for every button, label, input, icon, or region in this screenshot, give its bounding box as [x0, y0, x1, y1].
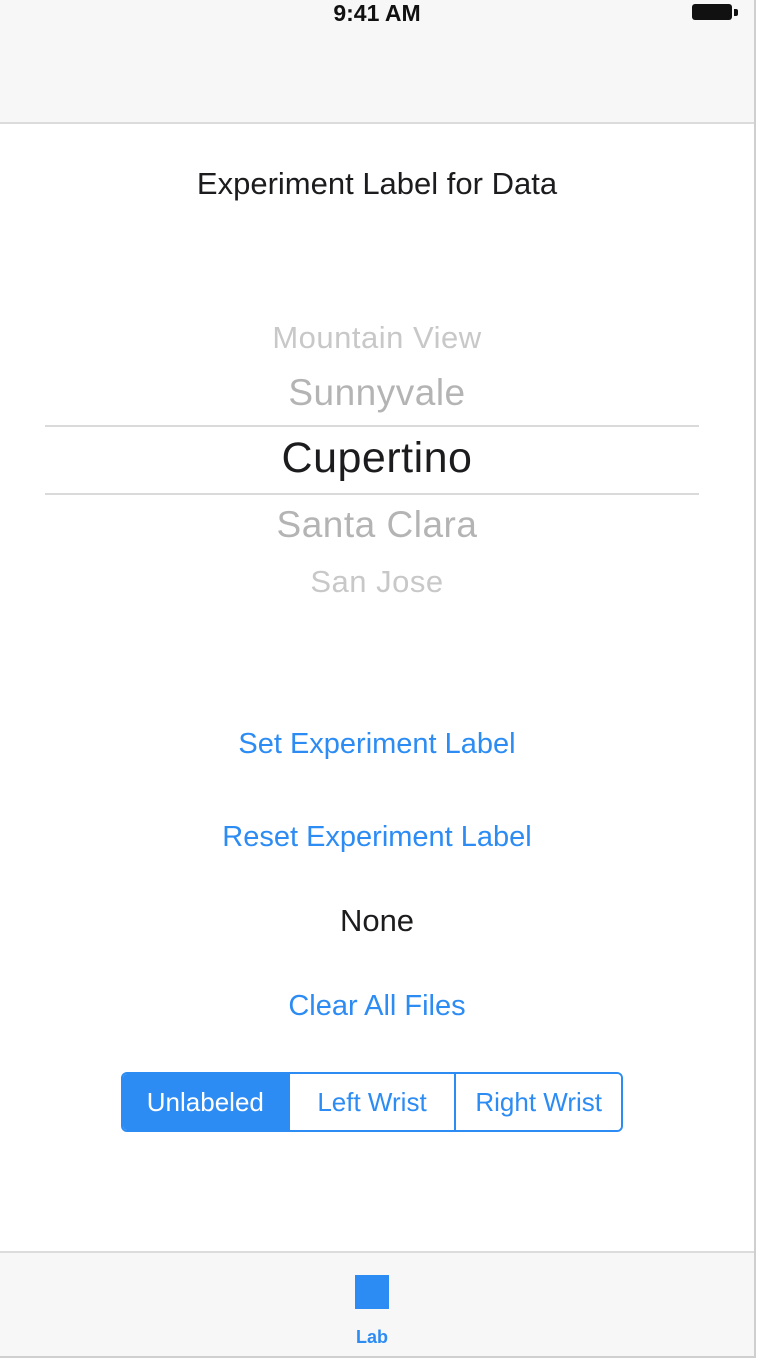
segment-unlabeled[interactable]: Unlabeled — [123, 1074, 288, 1130]
tab-lab-label: Lab — [355, 1327, 388, 1347]
status-time: 9:41 AM — [333, 0, 421, 26]
status-and-navigation-bar: 9:41 AM — [0, 0, 754, 124]
app-screen: 9:41 AM Experiment Label for Data Mounta… — [0, 0, 756, 1358]
picker-item[interactable]: Mountain View — [0, 320, 754, 356]
square-icon — [355, 1275, 389, 1309]
picker-selection-divider-bottom — [45, 493, 699, 495]
current-label-text: None — [339, 903, 415, 938]
picker-item[interactable]: Santa Clara — [0, 504, 754, 546]
city-picker[interactable]: Mountain View Sunnyvale Cupertino Santa … — [0, 320, 754, 610]
tab-bar: Lab — [0, 1251, 754, 1356]
battery-full-icon — [692, 4, 740, 22]
reset-experiment-label-button[interactable]: Reset Experiment Label — [0, 821, 754, 854]
wrist-segmented-control: Unlabeled Left Wrist Right Wrist — [121, 1072, 623, 1132]
segment-right-wrist[interactable]: Right Wrist — [454, 1074, 621, 1130]
tab-lab[interactable]: Lab — [327, 1253, 427, 1356]
picker-item-selected[interactable]: Cupertino — [0, 434, 754, 483]
page-title: Experiment Label for Data — [196, 166, 558, 201]
picker-item[interactable]: Sunnyvale — [0, 372, 754, 414]
clear-all-files-button[interactable]: Clear All Files — [0, 990, 754, 1023]
set-experiment-label-button[interactable]: Set Experiment Label — [0, 728, 754, 761]
segment-left-wrist[interactable]: Left Wrist — [287, 1074, 455, 1130]
picker-selection-divider-top — [45, 425, 699, 427]
picker-item[interactable]: San Jose — [0, 564, 754, 600]
